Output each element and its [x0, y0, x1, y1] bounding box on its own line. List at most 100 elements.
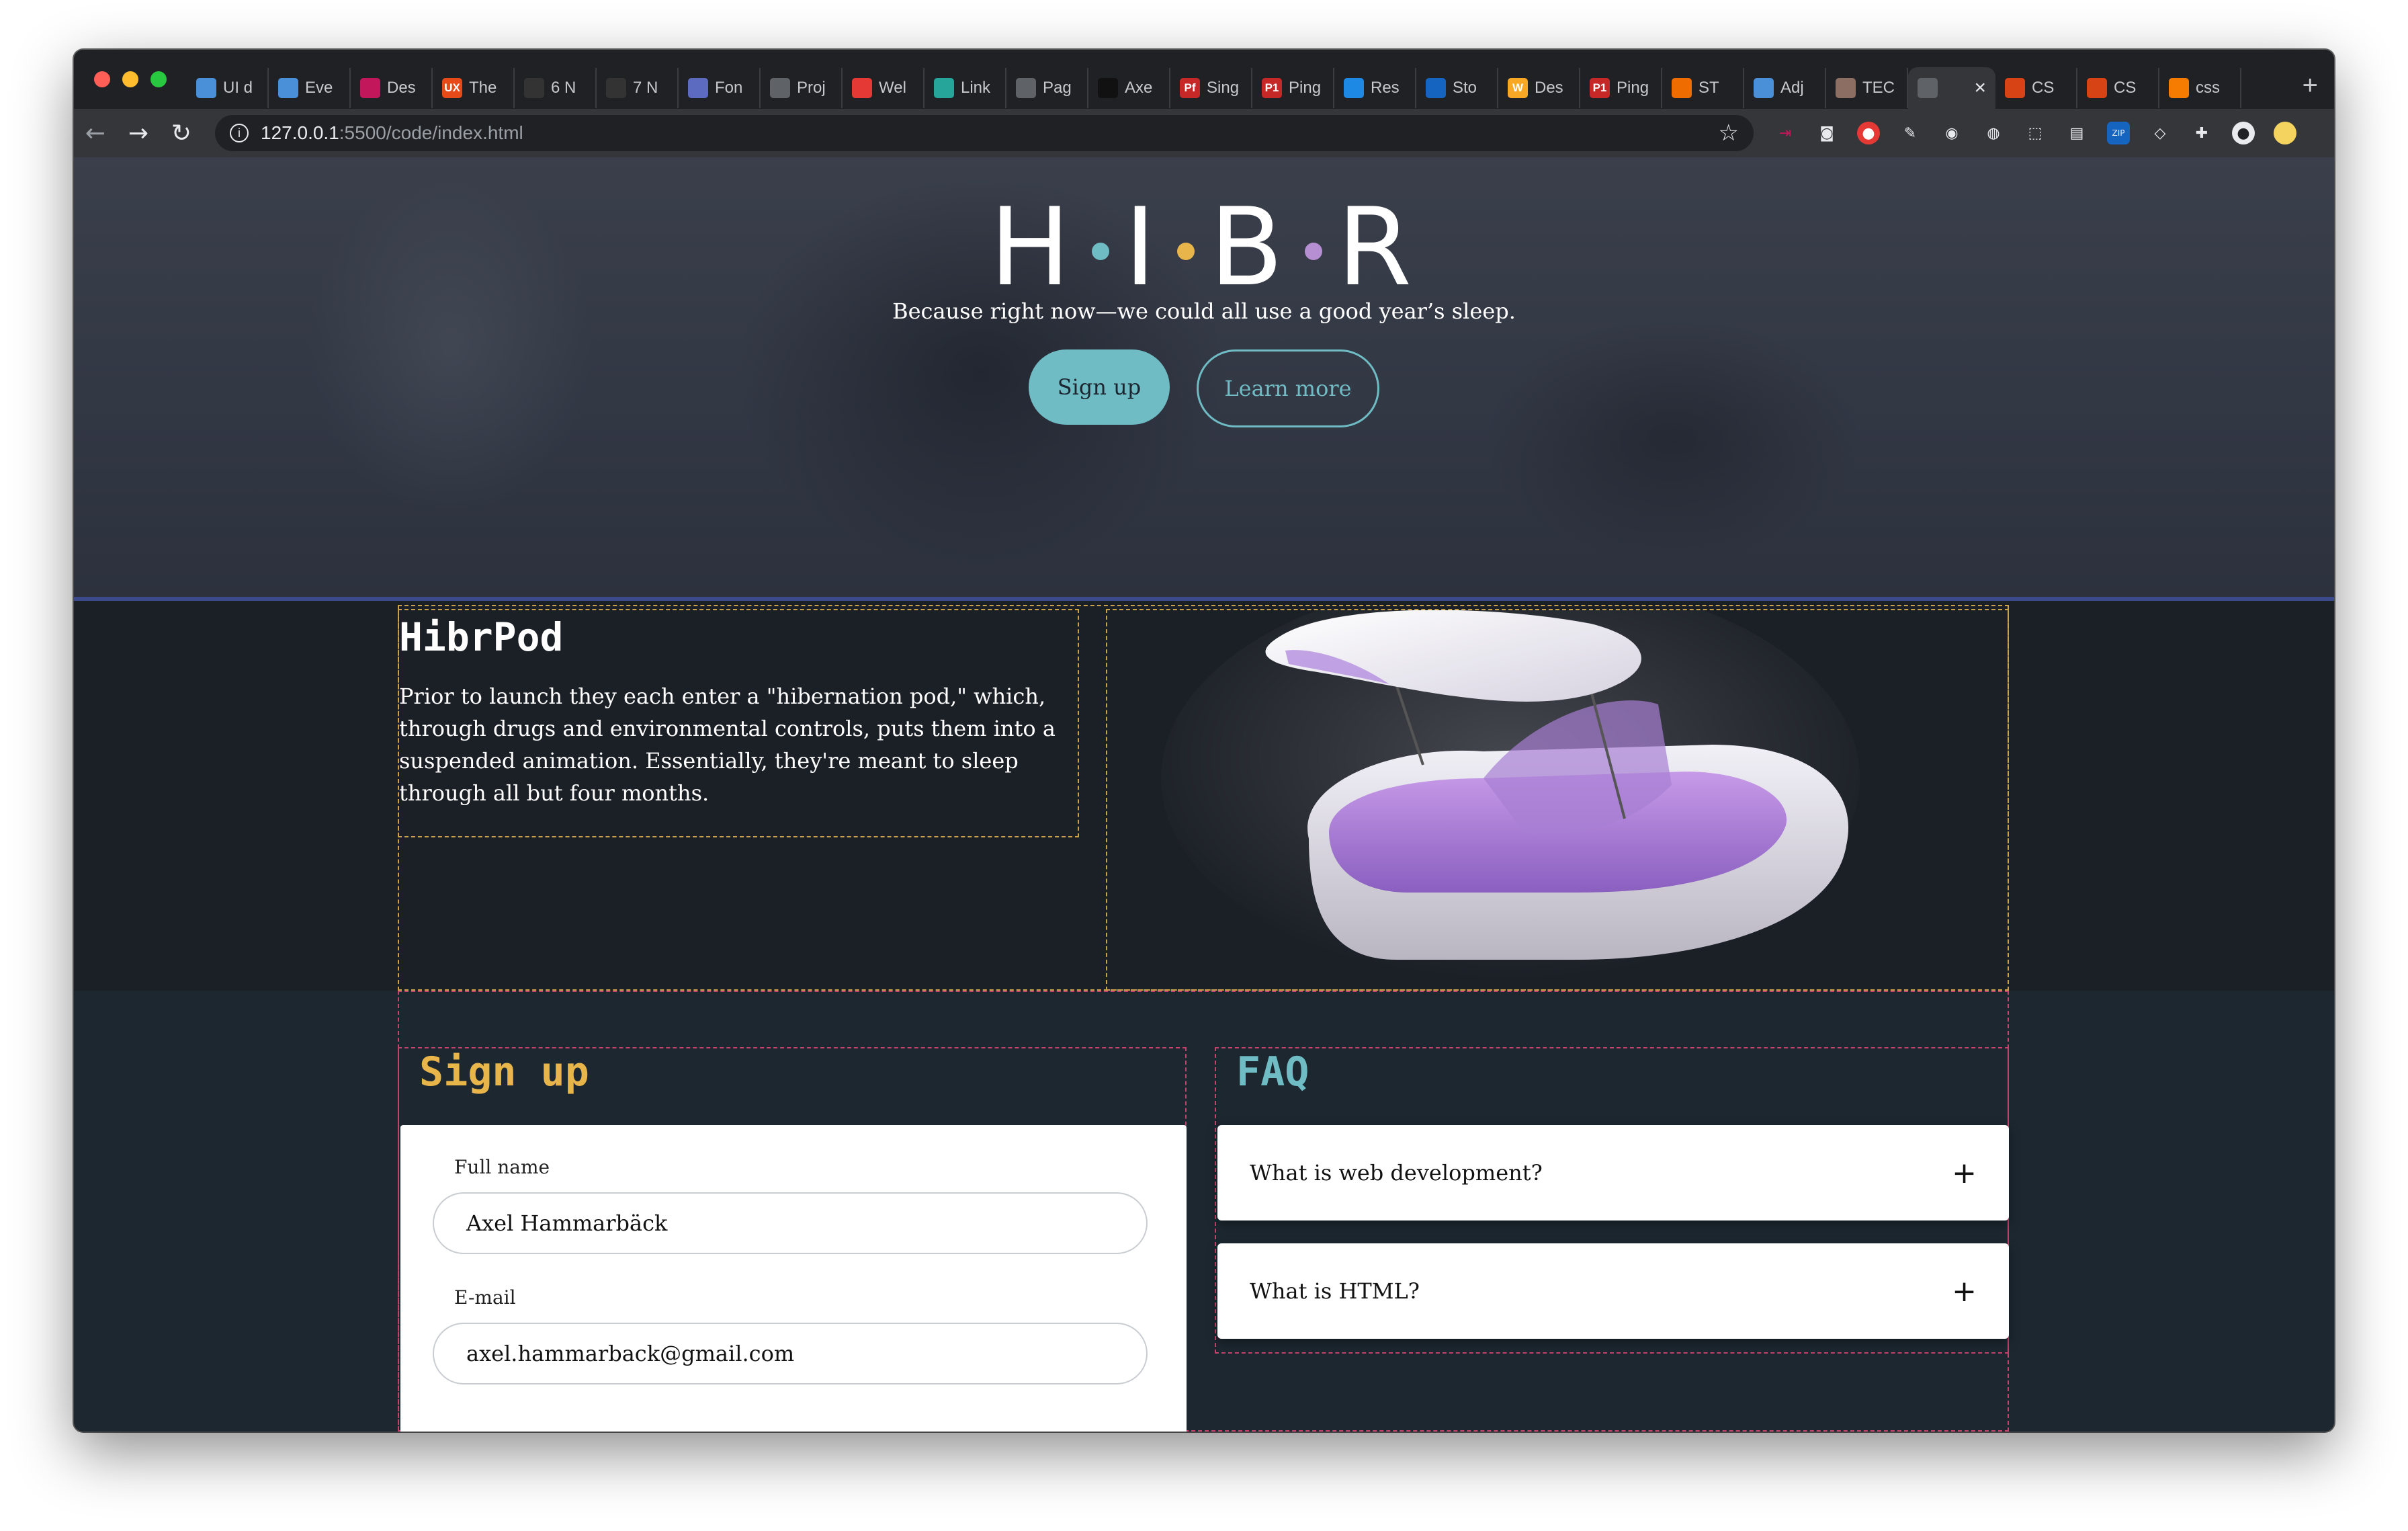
browser-tab[interactable]: P1 Ping	[1580, 68, 1662, 108]
browser-tab[interactable]: ST	[1662, 68, 1744, 108]
tab-favicon-icon	[852, 78, 872, 98]
browser-tab[interactable]: CS	[2077, 68, 2159, 108]
browser-tab[interactable]: Sto	[1416, 68, 1498, 108]
close-tab-icon[interactable]: ×	[1974, 77, 1986, 99]
extension-globe-icon[interactable]: ◍	[1982, 122, 2005, 144]
profile-avatar[interactable]: ●	[2232, 122, 2255, 144]
bookmark-star-icon[interactable]: ☆	[1719, 120, 1739, 147]
browser-tab[interactable]: Des	[351, 68, 433, 108]
tab-favicon-icon	[1918, 78, 1938, 98]
email-field[interactable]: axel.hammarback@gmail.com	[433, 1323, 1148, 1384]
tab-favicon-icon: Pf	[1180, 78, 1200, 98]
browser-tab[interactable]: 6 N	[515, 68, 597, 108]
faq-question: What is web development?	[1250, 1160, 1543, 1186]
faq-item[interactable]: What is HTML? +	[1217, 1243, 2009, 1339]
tab-favicon-icon	[360, 78, 380, 98]
logo-dot	[1305, 242, 1323, 260]
tab-favicon-icon	[770, 78, 790, 98]
browser-tab[interactable]: UI d	[187, 68, 269, 108]
signup-form: Full name Axel Hammarbäck E-mail axel.ha…	[400, 1125, 1187, 1432]
extensions-bar: ⇥ ◙ ● ✎ ◉ ◍ ⬚ ▤ ZIP ◇ ✚ ● ●	[1774, 122, 2296, 144]
tab-label: 6 N	[551, 79, 576, 97]
back-button[interactable]: ←	[74, 120, 117, 147]
tab-favicon-icon	[2005, 78, 2025, 98]
site-info-icon[interactable]: i	[230, 124, 249, 142]
full-name-label: Full name	[454, 1156, 550, 1178]
browser-tab[interactable]: Eve	[269, 68, 351, 108]
extension-camera-icon[interactable]: ◙	[1815, 122, 1838, 144]
extension-stack-icon[interactable]: ▤	[2065, 122, 2088, 144]
minimize-window-button[interactable]	[122, 71, 138, 87]
browser-tab[interactable]: css	[2159, 68, 2241, 108]
hibrpod-title: HibrPod	[399, 614, 564, 660]
tab-favicon-icon	[1754, 78, 1774, 98]
email-label: E-mail	[454, 1286, 516, 1309]
tab-strip: UI d Eve Des UX The 6 N 7 N Fon Proj Wel Link Pag Ax…	[74, 50, 2334, 109]
logo-letter: R	[1337, 184, 1419, 310]
browser-tab[interactable]: Axe	[1088, 68, 1170, 108]
extension-shield-icon[interactable]: ●	[1857, 122, 1880, 144]
extension-diamond-icon[interactable]: ◇	[2149, 122, 2172, 144]
tab-label: 7 N	[633, 79, 658, 97]
browser-tab[interactable]: Proj	[761, 68, 843, 108]
tabs-list: UI d Eve Des UX The 6 N 7 N Fon Proj Wel Link Pag Ax…	[187, 50, 2286, 109]
tab-label: ST	[1698, 79, 1719, 97]
new-tab-button[interactable]: +	[2286, 71, 2334, 101]
tab-favicon-icon	[196, 78, 216, 98]
browser-tab[interactable]: Fon	[679, 68, 761, 108]
tab-label: CS	[2114, 79, 2137, 97]
tab-label: Res	[1371, 79, 1400, 97]
reload-button[interactable]: ↻	[160, 120, 203, 147]
tab-favicon-icon	[1016, 78, 1036, 98]
browser-tab[interactable]: TEC	[1826, 68, 1908, 108]
plus-icon[interactable]: +	[1952, 1156, 1977, 1190]
tab-favicon-icon	[934, 78, 954, 98]
faq-question: What is HTML?	[1250, 1278, 1420, 1304]
browser-window: UI d Eve Des UX The 6 N 7 N Fon Proj Wel Link Pag Ax…	[74, 50, 2334, 1432]
browser-tab[interactable]: Wel	[843, 68, 924, 108]
forward-button[interactable]: →	[117, 120, 160, 147]
logo-dot	[1177, 242, 1195, 260]
tab-label: TEC	[1862, 79, 1895, 97]
extension-sun-icon[interactable]: ●	[2274, 122, 2296, 144]
sign-up-button[interactable]: Sign up	[1029, 349, 1170, 425]
browser-tab[interactable]: Link	[924, 68, 1006, 108]
browser-tab[interactable]: ×	[1908, 67, 1995, 109]
browser-tab[interactable]: Pf Sing	[1170, 68, 1252, 108]
browser-tab[interactable]: Res	[1334, 68, 1416, 108]
tab-favicon-icon: P1	[1262, 78, 1282, 98]
tab-favicon-icon	[1836, 78, 1856, 98]
extension-arrow-icon[interactable]: ⇥	[1774, 122, 1797, 144]
tab-favicon-icon	[2087, 78, 2107, 98]
tab-favicon-icon	[1672, 78, 1692, 98]
extension-crop-icon[interactable]: ⬚	[2024, 122, 2047, 144]
browser-tab[interactable]: UX The	[433, 68, 515, 108]
tab-label: Ping	[1617, 79, 1649, 97]
browser-tab[interactable]: P1 Ping	[1252, 68, 1334, 108]
browser-tab[interactable]: CS	[1995, 68, 2077, 108]
signup-heading: Sign up	[419, 1048, 589, 1095]
tab-label: The	[469, 79, 497, 97]
tab-favicon-icon	[2169, 78, 2189, 98]
plus-icon[interactable]: +	[1952, 1274, 1977, 1309]
hibrpod-text-block: HibrPod Prior to launch they each enter …	[398, 609, 1079, 837]
faq-heading: FAQ	[1236, 1048, 1309, 1095]
address-bar[interactable]: i 127.0.0.1 :5500/code/index.html ☆	[215, 115, 1754, 151]
browser-tab[interactable]: Pag	[1006, 68, 1088, 108]
faq-item[interactable]: What is web development? +	[1217, 1125, 2009, 1220]
browser-tab[interactable]: 7 N	[597, 68, 679, 108]
browser-tab[interactable]: W Des	[1498, 68, 1580, 108]
tab-label: CS	[2032, 79, 2055, 97]
close-window-button[interactable]	[94, 71, 110, 87]
extension-lens-icon[interactable]: ◉	[1940, 122, 1963, 144]
extension-pen-icon[interactable]: ✎	[1899, 122, 1922, 144]
browser-toolbar: ← → ↻ i 127.0.0.1 :5500/code/index.html …	[74, 109, 2334, 157]
extension-zip-icon[interactable]: ZIP	[2107, 122, 2130, 144]
extensions-puzzle-icon[interactable]: ✚	[2190, 122, 2213, 144]
window-controls	[74, 71, 187, 87]
full-name-field[interactable]: Axel Hammarbäck	[433, 1192, 1148, 1254]
hibernation-pod-illustration	[1161, 577, 1860, 980]
browser-tab[interactable]: Adj	[1744, 68, 1826, 108]
maximize-window-button[interactable]	[150, 71, 167, 87]
learn-more-button[interactable]: Learn more	[1197, 349, 1379, 427]
